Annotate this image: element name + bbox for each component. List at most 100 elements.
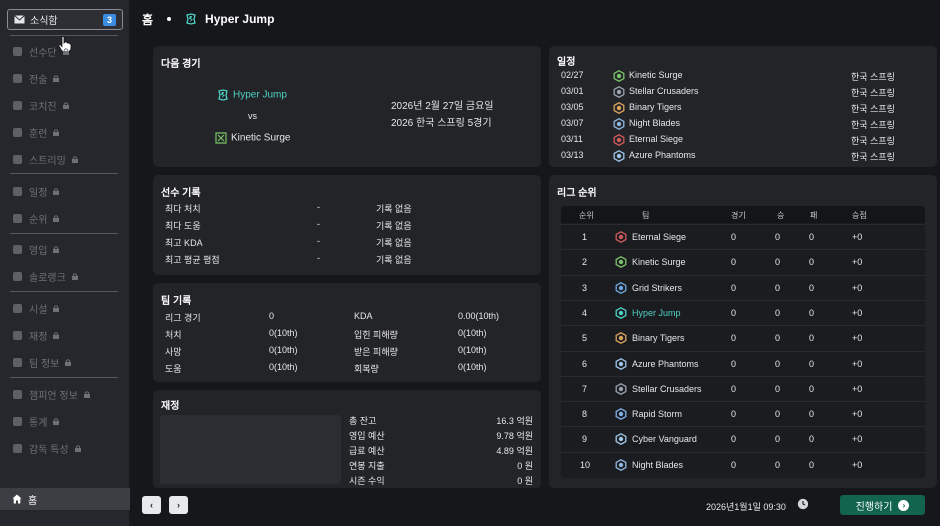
stats-icon — [13, 416, 22, 426]
rank-cell: 6 — [582, 358, 588, 369]
header-rank: 순위 — [579, 211, 594, 220]
sidebar-item-12[interactable]: 챔피언 정보 — [12, 387, 90, 402]
header-games: 경기 — [731, 211, 746, 220]
table-row[interactable]: 5 Binary Tigers 0 0 0 +0 — [561, 325, 925, 350]
table-row[interactable]: 3 Grid Strikers 0 0 0 +0 — [561, 274, 925, 300]
team-cell: Binary Tigers — [632, 333, 685, 344]
schedule-row[interactable]: 02/27 Kinetic Surge 한국 스프링 — [549, 70, 937, 84]
team-logo-icon — [615, 306, 627, 319]
sidebar-item-label: 스트리밍 — [29, 155, 66, 167]
team-cell: Hyper Jump — [632, 307, 681, 318]
lock-icon — [53, 245, 60, 253]
sidebar-item-label: 훈련 — [29, 128, 48, 140]
sidebar-item-3[interactable]: 훈련 — [12, 125, 60, 140]
sidebar-item-14[interactable]: 감독 특성 — [12, 441, 81, 456]
sidebar-item-home[interactable]: 홈 — [0, 488, 130, 510]
sidebar-item-label: 순위 — [29, 214, 48, 226]
team-record-value: 0(10th) — [458, 345, 487, 355]
sidebar: 소식함 3 선수단전술코치진훈련스트리밍일정순위영입솔로랭크시설재정팀 정보챔피… — [0, 0, 130, 526]
team-info-icon — [13, 357, 22, 367]
clock-icon[interactable] — [797, 498, 809, 510]
record-note: 기록 없음 — [376, 221, 412, 231]
team-logo-icon — [613, 86, 625, 98]
facility-icon — [13, 303, 22, 313]
schedule-league: 한국 스프링 — [851, 120, 895, 130]
home-team-name: Hyper Jump — [233, 89, 287, 101]
sidebar-item-label: 팀 정보 — [29, 358, 60, 370]
sidebar-item-1[interactable]: 전술 — [12, 71, 60, 86]
sidebar-item-label: 시설 — [29, 304, 48, 316]
away-team-name: Kinetic Surge — [231, 132, 291, 144]
team-record-value: 0(10th) — [269, 345, 298, 355]
team-logo-icon — [615, 408, 627, 421]
diff-cell: +0 — [852, 409, 863, 420]
header-losses: 패 — [810, 211, 818, 220]
schedule-row[interactable]: 03/05 Binary Tigers 한국 스프링 — [549, 102, 937, 116]
sidebar-item-label: 감독 특성 — [29, 444, 69, 456]
table-row[interactable]: 4 Hyper Jump 0 0 0 +0 — [561, 299, 925, 325]
schedule-row[interactable]: 03/13 Azure Phantoms 한국 스프링 — [549, 150, 937, 164]
finance-value: 9.78 억원 — [496, 431, 533, 441]
schedule-team: Stellar Crusaders — [629, 86, 699, 96]
sidebar-item-4[interactable]: 스트리밍 — [12, 152, 78, 167]
player-record-row: 최다 처치 - 기록 없음 — [153, 202, 541, 216]
schedule-row[interactable]: 03/11 Eternal Siege 한국 스프링 — [549, 134, 937, 148]
sidebar-item-8[interactable]: 솔로랭크 — [12, 269, 78, 284]
table-row[interactable]: 1 Eternal Siege 0 0 0 +0 — [561, 224, 925, 249]
losses-cell: 0 — [809, 434, 815, 445]
solo-rank-icon — [13, 271, 22, 281]
away-team[interactable]: Kinetic Surge — [215, 132, 290, 144]
rank-cell: 8 — [582, 409, 588, 420]
player-records-title: 선수 기록 — [161, 188, 201, 199]
record-note: 기록 없음 — [376, 204, 412, 214]
sidebar-item-6[interactable]: 순위 — [12, 211, 60, 226]
table-row[interactable]: 2 Kinetic Surge 0 0 0 +0 — [561, 249, 925, 274]
news-count-badge: 3 — [103, 14, 116, 26]
sidebar-item-0[interactable]: 선수단 — [12, 44, 69, 59]
table-row[interactable]: 6 Azure Phantoms 0 0 0 +0 — [561, 350, 925, 376]
proceed-button[interactable]: 진행하기 › — [840, 495, 925, 515]
team-records-title: 팀 기록 — [161, 296, 192, 307]
sidebar-item-9[interactable]: 시설 — [12, 301, 60, 316]
record-value: - — [317, 253, 320, 263]
schedule-row[interactable]: 03/01 Stellar Crusaders 한국 스프링 — [549, 86, 937, 100]
home-team[interactable]: Hyper Jump — [217, 89, 287, 101]
prev-page-button[interactable]: ‹ — [142, 496, 161, 514]
finance-icon — [13, 330, 22, 340]
sidebar-item-13[interactable]: 통계 — [12, 414, 60, 429]
next-page-button[interactable]: › — [169, 496, 188, 514]
breadcrumb-home[interactable]: 홈 — [142, 11, 153, 28]
wins-cell: 0 — [775, 358, 781, 369]
table-row[interactable]: 10 Night Blades 0 0 0 +0 — [561, 451, 925, 477]
table-row[interactable]: 7 Stellar Crusaders 0 0 0 +0 — [561, 375, 925, 401]
breadcrumb-separator — [167, 17, 172, 21]
schedule-panel: 일정 02/27 Kinetic Surge 한국 스프링 03/01 Stellar … — [549, 46, 937, 167]
champion-icon — [13, 389, 22, 399]
table-row[interactable]: 8 Rapid Storm 0 0 0 +0 — [561, 401, 925, 426]
games-cell: 0 — [731, 409, 737, 420]
sidebar-item-5[interactable]: 일정 — [12, 184, 60, 199]
next-match-panel: 다음 경기 Hyper Jump vs Kinetic Surge 2026년 … — [153, 46, 541, 167]
sidebar-item-10[interactable]: 재정 — [12, 328, 60, 343]
schedule-row[interactable]: 03/07 Night Blades 한국 스프링 — [549, 118, 937, 132]
team-record-row: 도움 0(10th) 회복량 0(10th) — [153, 362, 541, 376]
record-value: - — [317, 236, 320, 246]
losses-cell: 0 — [809, 459, 815, 470]
schedule-title: 일정 — [557, 57, 576, 68]
diff-cell: +0 — [852, 434, 863, 445]
manager-icon — [13, 443, 22, 453]
sidebar-item-label: 통계 — [29, 417, 48, 429]
sidebar-item-2[interactable]: 코치진 — [12, 98, 69, 113]
lock-icon — [74, 444, 81, 452]
sidebar-item-label: 선수단 — [29, 47, 57, 59]
record-value: - — [317, 202, 320, 212]
lock-icon — [53, 74, 60, 82]
news-inbox-button[interactable]: 소식함 3 — [7, 9, 123, 30]
finance-label: 급료 예산 — [349, 446, 385, 456]
sidebar-item-11[interactable]: 팀 정보 — [12, 355, 72, 370]
rank-cell: 1 — [582, 232, 588, 242]
recruit-icon — [13, 244, 22, 254]
table-row[interactable]: 9 Cyber Vanguard 0 0 0 +0 — [561, 426, 925, 451]
sidebar-item-7[interactable]: 영입 — [12, 242, 60, 257]
games-cell: 0 — [731, 333, 737, 344]
